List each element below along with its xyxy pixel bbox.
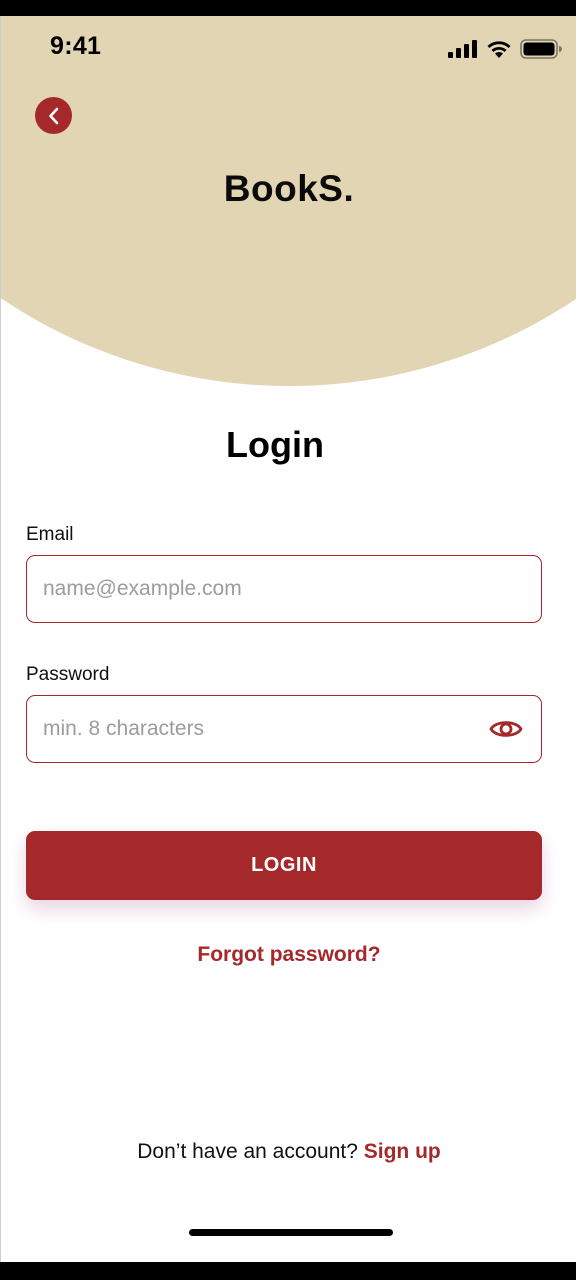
- back-button[interactable]: [35, 97, 72, 134]
- status-icons: [448, 39, 562, 59]
- signup-prompt-row: Don’t have an account? Sign up: [1, 1140, 576, 1164]
- page-title: Login: [226, 424, 324, 465]
- chevron-left-icon: [48, 107, 58, 124]
- wifi-icon: [487, 40, 511, 58]
- signup-prompt-text: Don’t have an account?: [137, 1140, 358, 1163]
- password-label: Password: [26, 664, 110, 685]
- home-indicator: [189, 1229, 393, 1236]
- password-field-container: [26, 695, 542, 763]
- app-logo: BookS.: [223, 168, 355, 209]
- status-bar: 9:41: [1, 16, 576, 76]
- login-button[interactable]: LOGIN: [26, 831, 542, 900]
- cellular-signal-icon: [448, 40, 477, 58]
- email-field-container: [26, 555, 542, 623]
- signup-link[interactable]: Sign up: [364, 1140, 441, 1163]
- battery-icon: [520, 39, 562, 59]
- eye-icon: [489, 721, 523, 737]
- status-time: 9:41: [50, 32, 102, 60]
- email-field[interactable]: [43, 556, 463, 622]
- show-password-toggle[interactable]: [489, 716, 523, 742]
- forgot-password-link[interactable]: Forgot password?: [1, 943, 576, 967]
- password-field[interactable]: [43, 696, 463, 762]
- login-screen: 9:41 BookS. Login Email name@example.com…: [0, 16, 576, 1262]
- email-label: Email: [26, 524, 74, 545]
